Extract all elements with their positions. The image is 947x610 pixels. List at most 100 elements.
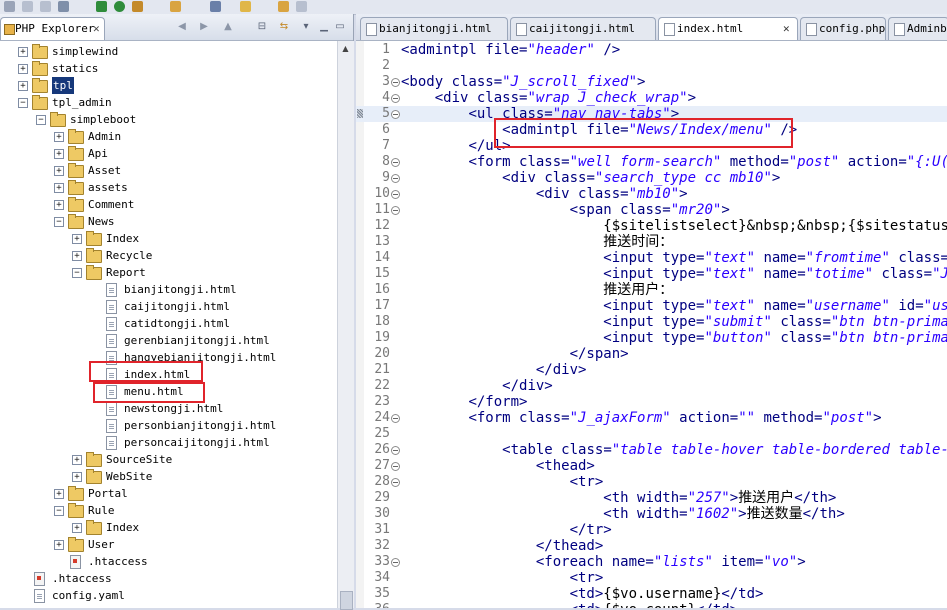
collapse-icon[interactable]: − [36, 115, 46, 125]
php-explorer-tab[interactable]: PHP Explorer ✕ [0, 17, 105, 40]
editor-area: bianjitongji.html caijitongji.html index.h… [356, 14, 947, 608]
editor-tab[interactable]: index.html ✕ [658, 17, 798, 40]
code-token: </div> [502, 378, 553, 394]
print-icon[interactable] [40, 1, 51, 12]
editor-tab[interactable]: Adminb [888, 17, 947, 40]
view-menu-icon[interactable]: ▾ [300, 21, 312, 32]
tree-item-label: config.yaml [52, 589, 125, 602]
code-line: 24 <form class="J_ajaxForm" action="" me… [356, 410, 947, 426]
line-number: 30 [374, 506, 390, 521]
highlight-menu-html [93, 382, 205, 403]
code-token: class= [519, 154, 570, 170]
minimize-view-icon[interactable]: ▁ [318, 21, 330, 32]
code-token: "1602" [687, 506, 739, 522]
expand-icon[interactable]: + [18, 81, 28, 91]
fold-toggle-icon[interactable] [391, 190, 400, 199]
code-token: "J_scroll_fixed" [502, 74, 638, 90]
close-icon[interactable]: ✕ [783, 18, 790, 40]
expand-icon[interactable]: + [54, 540, 64, 550]
code-line: 17 <input type="text" name="username" id… [356, 298, 947, 314]
forward-arrow-icon[interactable]: ▶ [198, 21, 210, 32]
maximize-view-icon[interactable]: ▭ [334, 21, 346, 32]
fold-toggle-icon[interactable] [391, 94, 400, 103]
link-with-editor-icon[interactable]: ⇆ [278, 21, 290, 32]
fold-toggle-icon[interactable] [391, 414, 400, 423]
fold-toggle-icon[interactable] [391, 558, 400, 567]
back-arrow-icon[interactable]: ◀ [176, 21, 188, 32]
code-token: "totime" [805, 266, 874, 282]
expand-icon[interactable]: + [18, 47, 28, 57]
expand-icon[interactable]: + [72, 234, 82, 244]
debug-icon[interactable] [96, 1, 107, 12]
expand-icon[interactable]: + [72, 251, 82, 261]
expand-icon[interactable]: + [72, 523, 82, 533]
line-number: 2 [382, 58, 390, 73]
code-line: 2 [356, 58, 947, 74]
expand-icon[interactable]: + [18, 64, 28, 74]
expand-icon[interactable]: + [72, 472, 82, 482]
collapse-icon[interactable]: − [54, 217, 64, 227]
code-token: > [687, 90, 697, 106]
new-project-icon[interactable] [170, 1, 181, 12]
expand-icon[interactable]: + [54, 183, 64, 193]
file-icon [106, 334, 117, 348]
expand-icon[interactable]: + [54, 200, 64, 210]
folder-icon [68, 486, 84, 501]
tree-item-label: Index [106, 232, 140, 245]
expand-icon[interactable]: + [72, 455, 82, 465]
fold-toggle-icon[interactable] [391, 446, 400, 455]
fold-toggle-icon[interactable] [391, 110, 400, 119]
back-icon[interactable] [278, 1, 289, 12]
editor-tab[interactable]: config.php [800, 17, 886, 40]
scroll-up-icon[interactable]: ▲ [340, 43, 351, 54]
code-token: action= [670, 410, 739, 426]
run-icon[interactable] [114, 1, 125, 12]
search-icon[interactable] [210, 1, 221, 12]
close-icon[interactable]: ✕ [93, 18, 100, 40]
save-icon[interactable] [22, 1, 33, 12]
binary-icon[interactable] [58, 1, 69, 12]
collapse-all-icon[interactable]: ⊟ [256, 21, 268, 32]
fold-toggle-icon[interactable] [391, 158, 400, 167]
code-line: 23 </form> [356, 394, 947, 410]
fold-toggle-icon[interactable] [391, 478, 400, 487]
code-token: "button" [704, 330, 772, 346]
tree-scrollbar[interactable]: ▲ [337, 41, 354, 610]
expand-icon[interactable]: + [54, 149, 64, 159]
expand-icon[interactable]: + [54, 132, 64, 142]
collapse-icon[interactable]: − [54, 506, 64, 516]
open-type-icon[interactable] [240, 1, 251, 12]
code-token: class= [544, 170, 595, 186]
forward-icon[interactable] [296, 1, 307, 12]
code-token: <thead> [535, 458, 595, 474]
line-number: 1 [382, 42, 390, 57]
fold-toggle-icon[interactable] [391, 174, 400, 183]
code-token: class= [451, 74, 503, 90]
editor-tab[interactable]: bianjitongji.html [360, 17, 508, 40]
expand-icon[interactable]: + [54, 489, 64, 499]
editor-tab[interactable]: caijitongji.html [510, 17, 656, 40]
collapse-icon[interactable]: − [18, 98, 28, 108]
line-number: 13 [374, 234, 390, 249]
fold-toggle-icon[interactable] [391, 462, 400, 471]
code-text: <form class="well form-search" method="p… [401, 154, 947, 170]
code-token: > [721, 202, 730, 218]
code-token: </tr> [569, 522, 612, 538]
line-number: 12 [374, 218, 390, 233]
scroll-thumb[interactable] [340, 591, 353, 610]
collapse-icon[interactable]: − [72, 268, 82, 278]
code-token: </th> [794, 490, 837, 506]
fold-toggle-icon[interactable] [391, 78, 400, 87]
expand-icon[interactable]: + [54, 166, 64, 176]
external-tools-icon[interactable] [132, 1, 143, 12]
fold-toggle-icon[interactable] [391, 206, 400, 215]
folder-icon [68, 129, 84, 144]
new-icon[interactable] [4, 1, 15, 12]
line-number: 17 [374, 298, 390, 313]
code-token: class= [873, 266, 933, 282]
up-folder-icon[interactable]: ▲ [222, 21, 234, 32]
